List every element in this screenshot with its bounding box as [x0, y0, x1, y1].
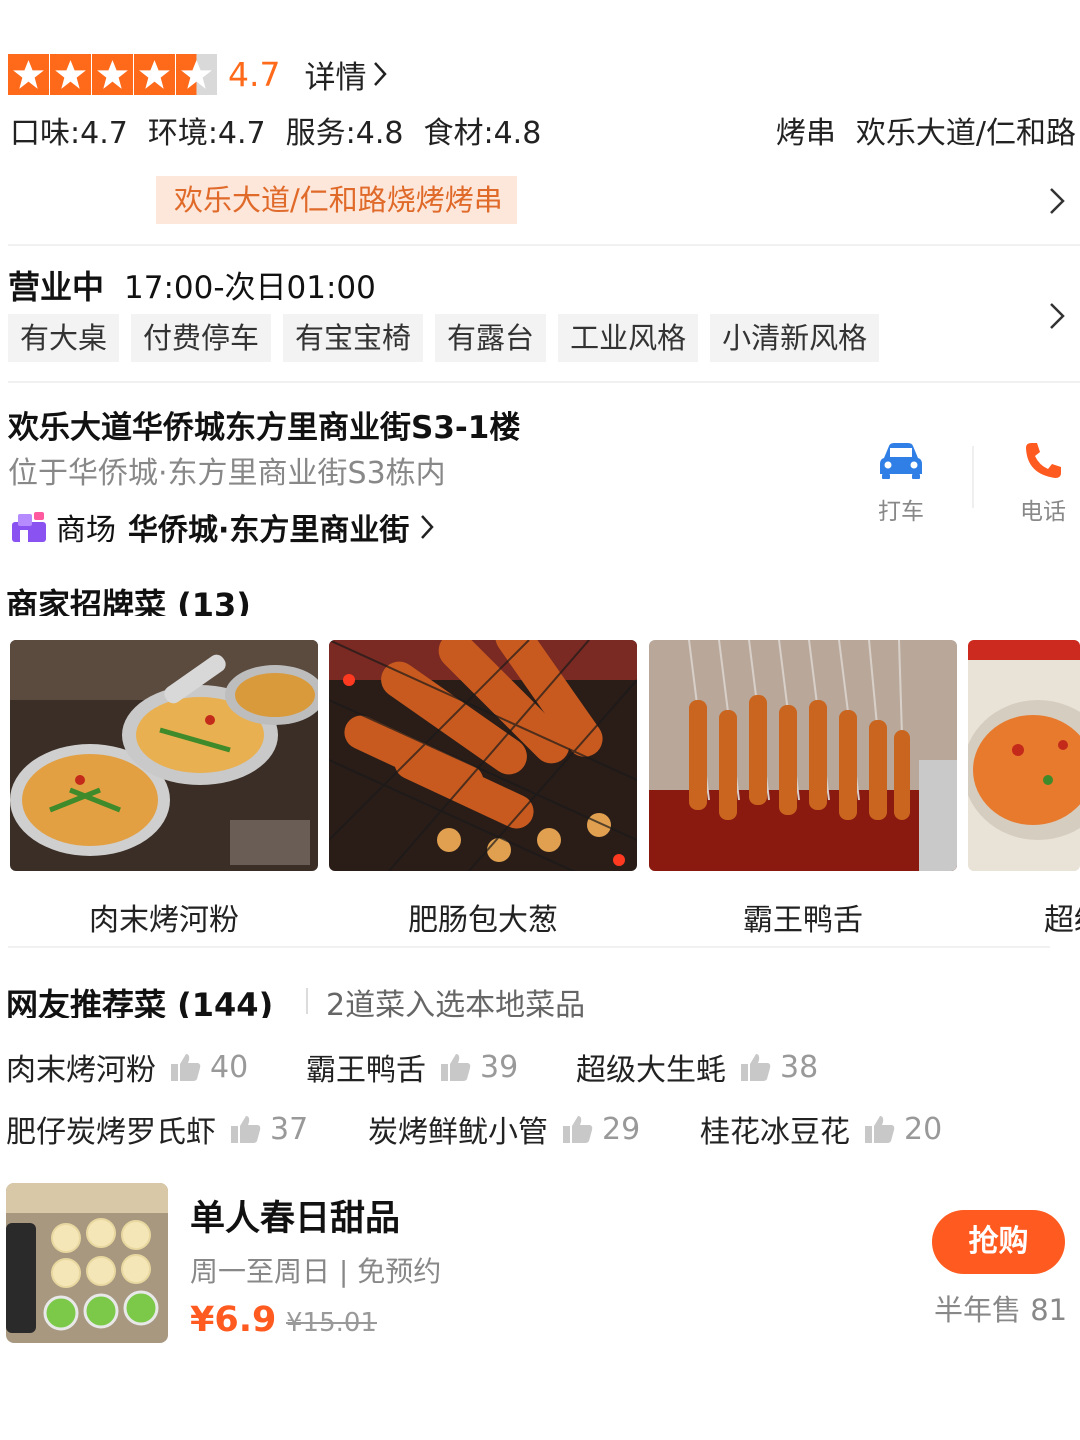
oyster-image	[968, 640, 1080, 871]
divider	[8, 946, 1050, 948]
dish-name: 超级	[1044, 903, 1080, 938]
recommended-dishes-title[interactable]: 网友推荐菜 (144)	[6, 980, 273, 1018]
star-icon	[50, 53, 91, 95]
facility-tag: 有宝宝椅	[283, 314, 424, 362]
grilled-sausage-image	[329, 640, 637, 871]
phone-button[interactable]: 电话	[998, 440, 1080, 526]
score-service: 服务:4.8	[285, 116, 404, 151]
recommended-item[interactable]: 肥仔炭烤罗氏虾 37	[6, 1107, 308, 1151]
chevron-right-icon	[421, 515, 435, 539]
divider	[972, 446, 974, 508]
hours-time: 17:00-次日01:00	[124, 270, 376, 306]
dish-image[interactable]	[968, 640, 1080, 871]
address-main[interactable]: 欢乐大道华侨城东方里商业街S3-1楼	[8, 402, 520, 447]
business-hours: 营业中 17:00-次日01:00	[8, 262, 376, 308]
dish-image[interactable]	[10, 640, 318, 871]
rating-row[interactable]: 4.7 详情	[8, 52, 388, 96]
star-rating	[8, 53, 218, 95]
divider	[8, 381, 1080, 383]
ranking-row[interactable]: 欢乐大道/仁和路烧烤烤串	[0, 170, 1080, 230]
noodle-plate-image	[10, 640, 318, 871]
thumbs-up-icon	[171, 1054, 201, 1081]
like-count: 38	[780, 1049, 819, 1085]
star-icon	[134, 53, 175, 95]
signature-dishes-title[interactable]: 商家招牌菜 (13)	[6, 580, 251, 616]
mall-name: 华侨城·东方里商业街	[128, 513, 410, 548]
recommended-item[interactable]: 炭烤鲜鱿小管 29	[368, 1107, 640, 1151]
mall-icon	[12, 512, 46, 542]
recommended-note: 2道菜入选本地菜品	[326, 988, 586, 1023]
thumbs-up-icon	[231, 1116, 261, 1143]
chevron-right-icon	[1050, 303, 1065, 329]
phone-icon	[1026, 443, 1061, 478]
recommended-item[interactable]: 霸王鸭舌 39	[306, 1045, 518, 1089]
dish-name: 肉末烤河粉	[89, 903, 239, 938]
facility-tag: 有露台	[435, 314, 547, 362]
recommended-item-name: 炭烤鲜鱿小管	[368, 1115, 548, 1150]
facility-tag: 工业风格	[558, 314, 699, 362]
half-star-icon	[176, 53, 217, 95]
ranking-tag: 欢乐大道/仁和路烧烤烤串	[156, 176, 517, 224]
star-icon	[8, 53, 49, 95]
category: 烤串	[775, 116, 836, 151]
category-area: 烤串 欢乐大道/仁和路	[776, 108, 1076, 152]
thumbs-up-icon	[441, 1054, 471, 1081]
thumbs-up-icon	[741, 1054, 771, 1081]
rating-detail-link[interactable]: 详情	[304, 52, 388, 97]
recommended-item-name: 桂花冰豆花	[700, 1115, 850, 1150]
rating-detail-label: 详情	[304, 59, 367, 96]
deal-price: ¥6.9	[190, 1300, 277, 1340]
sold-count: 半年售 81	[934, 1293, 1068, 1327]
recommended-item[interactable]: 桂花冰豆花 20	[700, 1107, 942, 1151]
recommended-item-name: 超级大生蚝	[576, 1053, 726, 1088]
score-environment: 环境:4.7	[147, 116, 266, 151]
area: 欢乐大道/仁和路	[855, 116, 1076, 151]
mall-link[interactable]: 商场 华侨城·东方里商业街	[10, 505, 435, 549]
dish-image[interactable]	[649, 640, 957, 871]
dish-name: 肥肠包大葱	[408, 903, 558, 938]
like-count: 29	[602, 1111, 641, 1147]
score-ingredients: 食材:4.8	[423, 116, 542, 151]
dish-name: 霸王鸭舌	[743, 903, 863, 938]
like-count: 39	[480, 1049, 519, 1085]
like-count: 20	[904, 1111, 943, 1147]
divider	[8, 244, 1080, 246]
mall-label: 商场	[56, 513, 116, 548]
deal-title[interactable]: 单人春日甜品	[190, 1190, 400, 1241]
score-taste: 口味:4.7	[10, 116, 128, 151]
facility-tag: 有大桌	[8, 314, 120, 362]
chevron-right-icon	[374, 62, 388, 86]
car-icon	[880, 443, 922, 479]
like-count: 40	[210, 1049, 249, 1085]
sub-scores: 口味:4.7 环境:4.7 服务:4.8 食材:4.8	[10, 108, 541, 152]
facility-tag: 小清新风格	[710, 314, 880, 362]
thumbs-up-icon	[563, 1116, 593, 1143]
chevron-right-icon	[1050, 188, 1065, 214]
recommended-item-name: 肉末烤河粉	[6, 1053, 156, 1088]
deal-original-price: ¥15.01	[286, 1308, 377, 1338]
taxi-button[interactable]: 打车	[856, 440, 946, 526]
rating-score: 4.7	[228, 54, 281, 94]
address-sub: 位于华侨城·东方里商业街S3栋内	[8, 456, 446, 491]
deal-image[interactable]	[6, 1183, 168, 1343]
taxi-label: 打车	[878, 499, 924, 525]
dish-image[interactable]	[329, 640, 637, 871]
facility-tags: 有大桌 付费停车 有宝宝椅 有露台 工业风格 小清新风格	[8, 314, 880, 362]
facility-tag: 付费停车	[131, 314, 272, 362]
duck-tongue-image	[649, 640, 957, 871]
star-icon	[92, 53, 133, 95]
recommended-item[interactable]: 超级大生蚝 38	[576, 1045, 818, 1089]
recommended-item[interactable]: 肉末烤河粉 40	[6, 1045, 248, 1089]
recommended-item-name: 肥仔炭烤罗氏虾	[6, 1115, 216, 1150]
dessert-image	[6, 1183, 168, 1343]
divider	[306, 988, 308, 1014]
deal-terms: 周一至周日 | 免预约	[190, 1255, 442, 1288]
phone-label: 电话	[1020, 499, 1066, 525]
recommended-item-name: 霸王鸭舌	[306, 1053, 426, 1088]
open-status: 营业中	[8, 268, 105, 306]
buy-button[interactable]: 抢购	[932, 1210, 1065, 1274]
like-count: 37	[270, 1111, 309, 1147]
thumbs-up-icon	[865, 1116, 895, 1143]
